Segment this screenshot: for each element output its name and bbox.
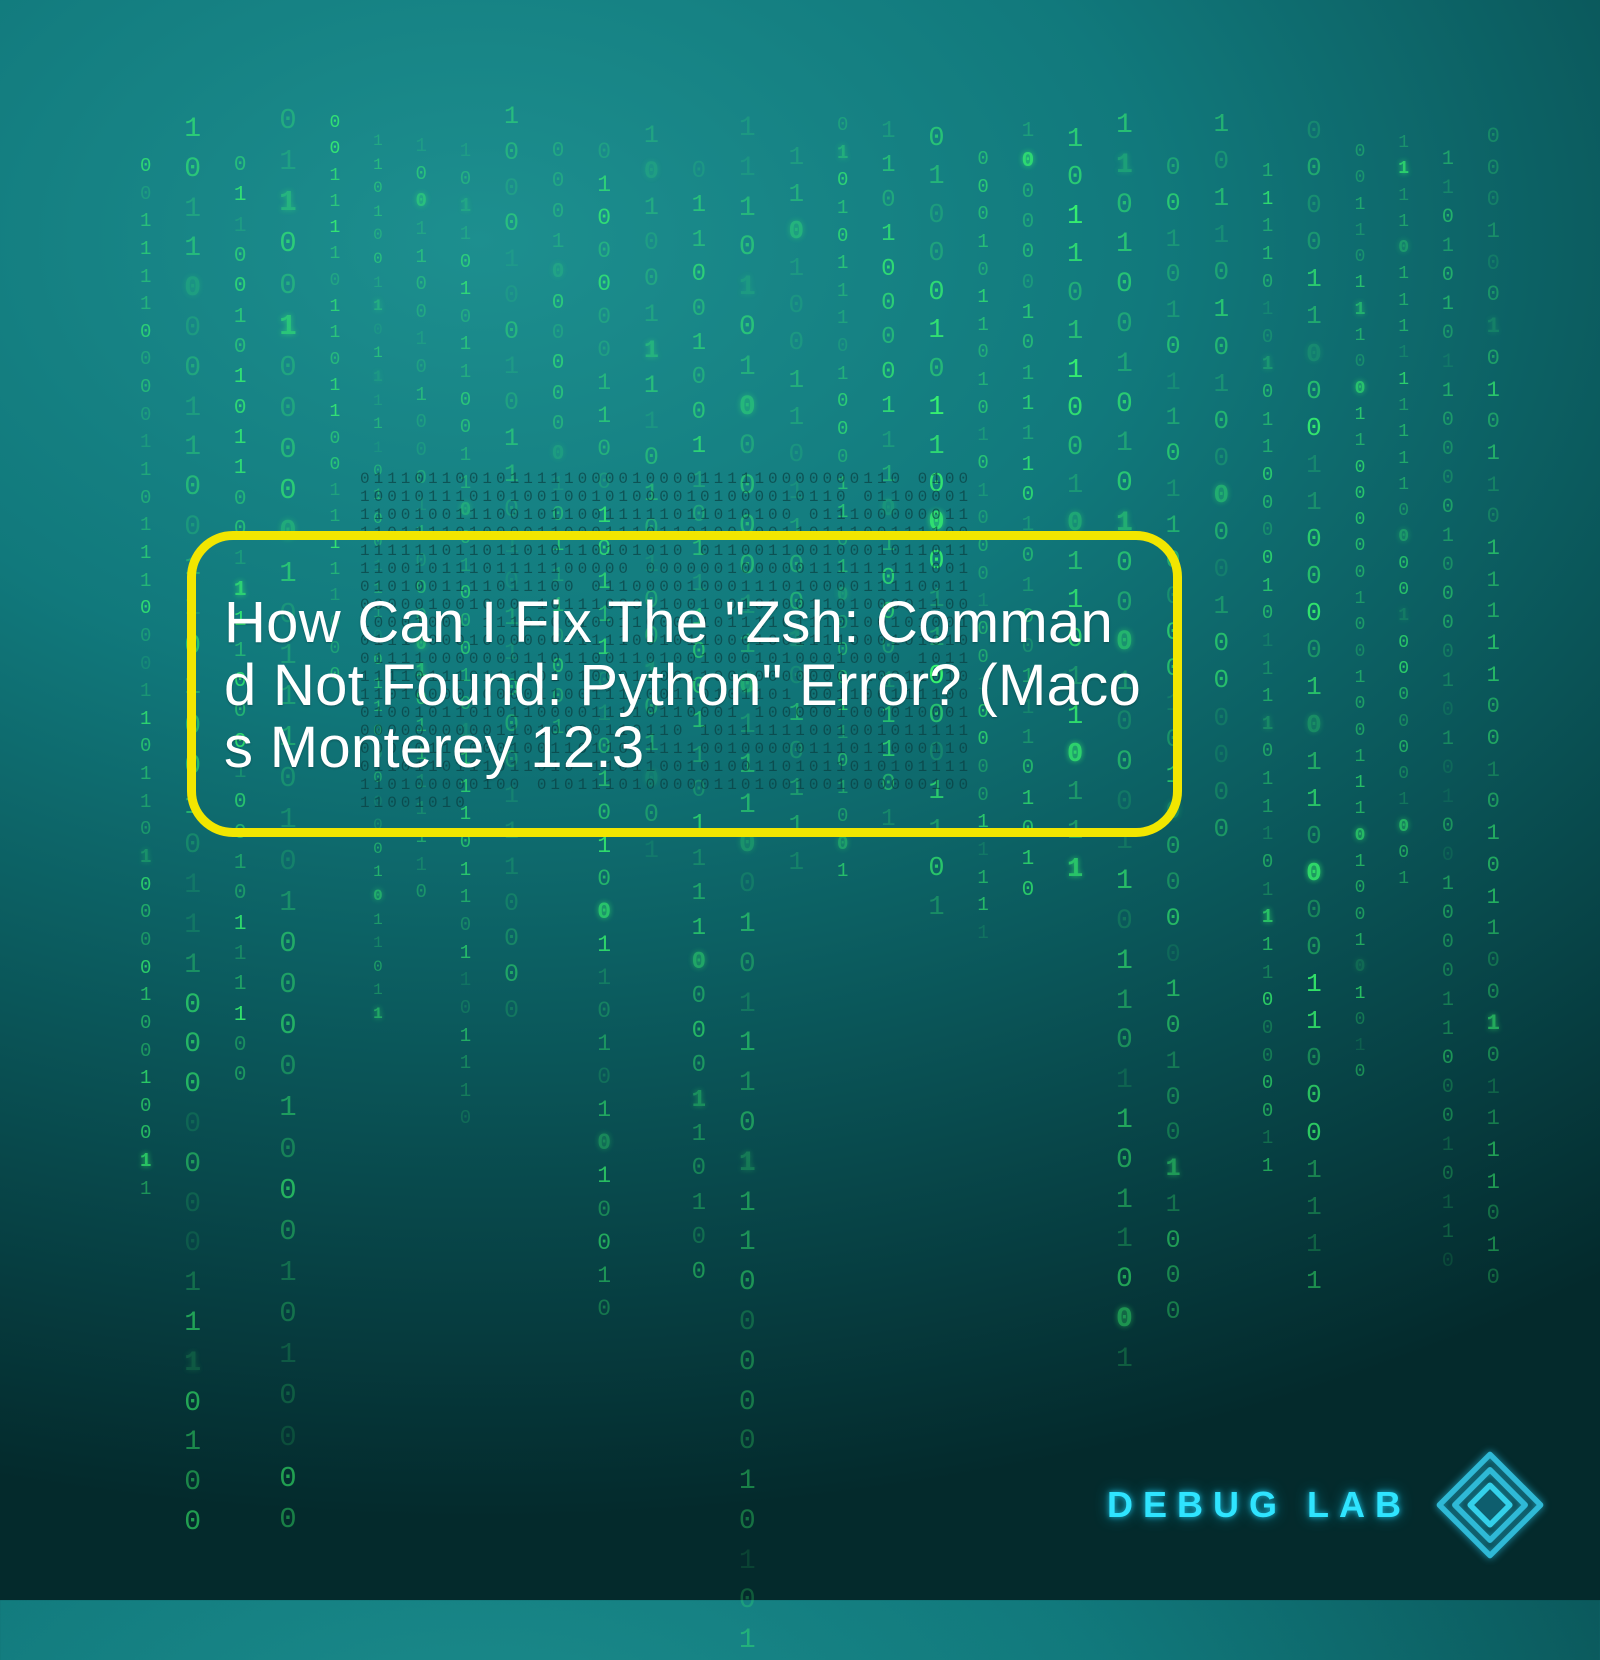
headline-text: How Can I Fix The "Zsh: Command Not Foun…: [224, 592, 1145, 780]
brand-logo-icon: [1435, 1450, 1545, 1560]
headline-card: How Can I Fix The "Zsh: Command Not Foun…: [187, 531, 1182, 837]
brand: DEBUG LAB: [1107, 1450, 1545, 1560]
brand-name: DEBUG LAB: [1107, 1484, 1411, 1526]
